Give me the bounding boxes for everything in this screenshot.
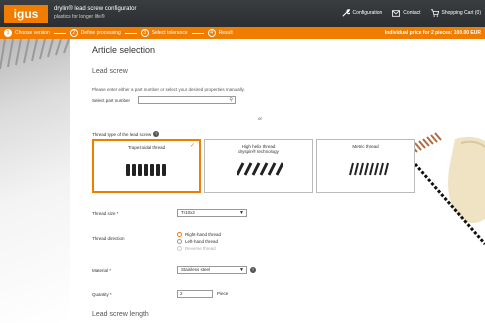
page-title: Article selection	[92, 45, 156, 55]
step-label: Choose version	[15, 30, 50, 36]
step-result[interactable]: 4 Result	[207, 29, 233, 37]
help-icon[interactable]: ?	[250, 267, 256, 273]
background-image-right	[415, 39, 485, 323]
step-label: Result	[218, 30, 233, 36]
step-divider	[191, 32, 204, 34]
high-helix-thread-image	[237, 162, 283, 176]
thread-card-label: Trapezoidal thread	[127, 145, 166, 150]
step-number: 1	[4, 29, 12, 37]
chevron-down-icon: ▼	[239, 267, 244, 273]
thread-size-value: Tr10x2	[181, 210, 195, 215]
thread-card-trapezoidal[interactable]: Trapezoidal thread ✓	[92, 139, 201, 193]
thread-direction-label: Thread direction	[92, 236, 125, 241]
section-heading-lead-screw-length: Lead screw length	[92, 311, 149, 318]
step-number: 3	[140, 29, 149, 37]
chevron-down-icon: ▼	[239, 210, 244, 216]
help-icon[interactable]: ?	[153, 131, 160, 137]
material-label: Material *	[92, 268, 112, 273]
step-bar: 1 Choose version 2 Define processing 3 S…	[0, 27, 485, 39]
top-bar: igus drylin® lead screw configurator pla…	[0, 0, 485, 27]
app-subtitle: plastics for longer life®	[54, 14, 105, 20]
nav-contact-label: Contact	[403, 10, 421, 16]
igus-logo[interactable]: igus	[4, 5, 48, 23]
part-number-input[interactable]: ⚲	[138, 96, 236, 104]
radio-button	[177, 246, 182, 251]
metric-thread-image	[349, 162, 389, 176]
mail-icon	[392, 9, 401, 17]
step-number: 2	[69, 29, 78, 37]
step-choose-version[interactable]: 1 Choose version	[4, 29, 50, 37]
thread-type-label-row: Thread type of the lead screw ?	[92, 131, 160, 137]
nav-configuration[interactable]: Configuration	[341, 9, 383, 17]
step-label: Select tolerance	[151, 30, 188, 36]
instruction-text: Please enter either a part number or sel…	[92, 87, 245, 92]
quantity-label: Quantity *	[92, 292, 112, 297]
step-label: Define processing	[80, 30, 121, 36]
thread-card-label: Metric thread	[352, 144, 379, 149]
radio-button[interactable]	[177, 239, 182, 244]
thread-card-metric[interactable]: Metric thread	[316, 139, 415, 193]
app-title-block: drylin® lead screw configurator plastics…	[54, 5, 136, 21]
step-divider	[124, 32, 137, 34]
check-icon: ✓	[189, 143, 195, 149]
radio-reverse: Reverse thread	[177, 246, 216, 251]
thread-card-high-helix[interactable]: High helix thread dryspin® technology	[204, 139, 313, 193]
cart-icon	[430, 9, 439, 17]
thread-card-label: High helix thread dryspin® technology	[238, 144, 279, 154]
wrench-icon	[341, 9, 350, 17]
app-title: drylin® lead screw configurator	[54, 6, 137, 12]
quantity-unit: Piece	[217, 291, 229, 296]
radio-left-hand[interactable]: Left-hand thread	[177, 239, 218, 244]
thread-size-label: Thread size *	[92, 211, 119, 216]
price-summary: Individual price for 2 pieces: 100.00 EU…	[384, 30, 481, 36]
radio-label: Reverse thread	[185, 246, 216, 251]
nav-contact[interactable]: Contact	[392, 9, 421, 17]
thread-type-label: Thread type of the lead screw	[92, 131, 152, 137]
step-define-processing[interactable]: 2 Define processing	[69, 29, 121, 37]
section-heading-lead-screw: Lead screw	[92, 68, 128, 75]
quantity-input[interactable]: 2	[177, 290, 213, 298]
nav-shopping-cart-label: Shopping Cart (0)	[441, 10, 481, 16]
step-divider	[53, 32, 66, 34]
radio-right-hand[interactable]: Right-hand thread	[177, 232, 221, 237]
nav-configuration-label: Configuration	[352, 10, 383, 16]
hand-holding-screw-image	[415, 132, 485, 245]
main-content: Article selection Lead screw Please ente…	[70, 39, 415, 323]
search-icon[interactable]: ⚲	[229, 97, 233, 103]
or-separator: or	[258, 116, 263, 121]
step-list: 1 Choose version 2 Define processing 3 S…	[4, 29, 233, 37]
material-select[interactable]: Stainless steel ▼	[177, 266, 247, 274]
lead-screw-background-image	[0, 39, 70, 70]
radio-label: Right-hand thread	[185, 232, 222, 237]
step-select-tolerance[interactable]: 3 Select tolerance	[140, 29, 188, 37]
top-nav: Configuration Contact Shopping Cart (0)	[341, 9, 481, 17]
nav-shopping-cart[interactable]: Shopping Cart (0)	[430, 9, 481, 17]
part-number-label: Select part number	[92, 98, 131, 103]
radio-label: Left-hand thread	[185, 239, 219, 244]
radio-button[interactable]	[177, 232, 182, 237]
material-value: Stainless steel	[181, 267, 211, 272]
step-number: 4	[207, 29, 216, 37]
background-image-left	[0, 39, 70, 323]
thread-size-select[interactable]: Tr10x2 ▼	[177, 209, 247, 217]
trapezoidal-thread-image	[126, 164, 166, 176]
